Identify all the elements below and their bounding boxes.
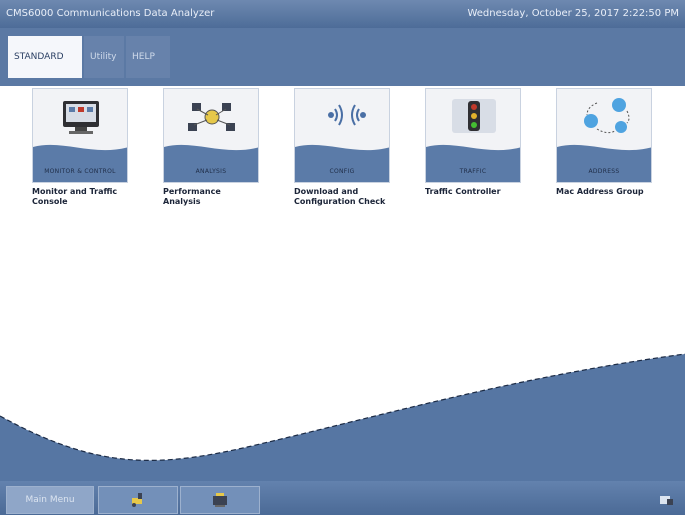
tool-button[interactable] bbox=[98, 486, 178, 514]
tile-caption: TRAFFIC bbox=[459, 168, 487, 175]
tile-card[interactable]: MONITOR & CONTROL bbox=[32, 88, 128, 183]
title-bar: CMS6000 Communications Data Analyzer Wed… bbox=[0, 0, 685, 28]
group-icon bbox=[584, 98, 630, 134]
tile-caption: ANALYSIS bbox=[195, 168, 227, 175]
tool-icon bbox=[132, 493, 142, 507]
tile-caption: ADDRESS bbox=[588, 168, 620, 175]
tile-traffic-controller[interactable]: TRAFFIC Traffic Controller bbox=[425, 88, 521, 197]
tile-label: Traffic Controller bbox=[425, 187, 501, 196]
tile-label: Performance Analysis bbox=[163, 187, 221, 206]
tab-utility[interactable]: Utility bbox=[84, 36, 124, 78]
tile-card[interactable]: ANALYSIS bbox=[163, 88, 259, 183]
main-menu-button[interactable]: Main Menu bbox=[6, 486, 94, 514]
main-panel: MONITOR & CONTROL Monitor and Traffic Co… bbox=[0, 86, 685, 481]
window-title: CMS6000 Communications Data Analyzer bbox=[6, 8, 215, 19]
wireless-icon bbox=[328, 104, 366, 126]
settings-icon bbox=[213, 493, 227, 507]
bottom-toolbar: Main Menu bbox=[0, 481, 685, 515]
tile-card[interactable]: CONFIG bbox=[294, 88, 390, 183]
traffic-light-icon bbox=[452, 99, 496, 133]
tile-card[interactable]: ADDRESS bbox=[556, 88, 652, 183]
tile-label: Mac Address Group bbox=[556, 187, 644, 196]
tab-help[interactable]: HELP bbox=[126, 36, 170, 78]
monitor-icon bbox=[63, 101, 99, 134]
network-icon bbox=[188, 103, 235, 131]
datetime-display: Wednesday, October 25, 2017 2:22:50 PM bbox=[467, 8, 679, 19]
tile-performance-analysis[interactable]: ANALYSIS Performance Analysis bbox=[163, 88, 259, 207]
tile-label: Download and Configuration Check bbox=[294, 187, 386, 206]
info-icon[interactable] bbox=[659, 493, 675, 507]
tile-mac-address-group[interactable]: ADDRESS Mac Address Group bbox=[556, 88, 652, 197]
tile-monitor-traffic-console[interactable]: MONITOR & CONTROL Monitor and Traffic Co… bbox=[32, 88, 128, 207]
settings-button[interactable] bbox=[180, 486, 260, 514]
tab-standard[interactable]: STANDARD bbox=[8, 36, 82, 78]
tile-caption: CONFIG bbox=[329, 168, 355, 175]
tab-strip: STANDARD Utility HELP bbox=[0, 28, 685, 86]
tile-card[interactable]: TRAFFIC bbox=[425, 88, 521, 183]
tile-caption: MONITOR & CONTROL bbox=[44, 168, 116, 175]
tile-label: Monitor and Traffic Console bbox=[32, 187, 118, 206]
tile-download-configuration-check[interactable]: CONFIG Download and Configuration Check bbox=[294, 88, 390, 207]
